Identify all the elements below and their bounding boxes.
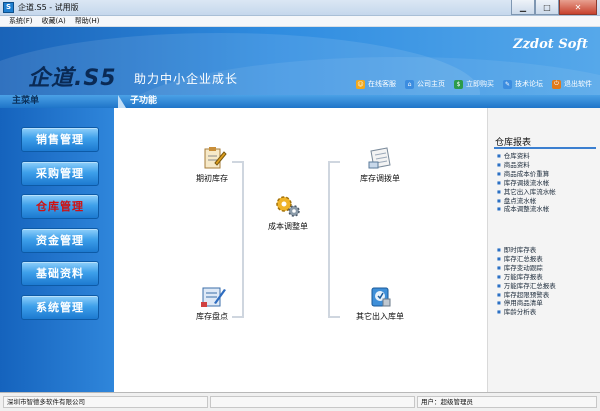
link-exit[interactable]: ⏻ 退出软件 [552, 79, 592, 89]
document-icon [365, 145, 395, 171]
menu-system[interactable]: 系统(F) [9, 16, 33, 26]
link-label: 技术论坛 [515, 80, 543, 88]
gears-icon [273, 193, 303, 219]
app-icon: S [3, 2, 14, 13]
node-label: 库存盘点 [196, 312, 228, 321]
status-user: 用户：超级管理员 [417, 396, 597, 408]
sidebar-item-warehouse[interactable]: 仓库管理 [21, 194, 99, 219]
report-link[interactable]: 即时库存表 [497, 246, 556, 255]
report-link[interactable]: 万能库存汇总报表 [497, 282, 556, 291]
forum-icon: ✎ [503, 79, 512, 89]
cart-icon: $ [454, 79, 463, 89]
report-list-2: 即时库存表 库存汇总报表 库存变动跟踪 万能库存报表 万能库存汇总报表 库存超限… [497, 246, 556, 317]
app-logo: 企道.S5 [28, 66, 117, 91]
main-menu-heading: 主菜单 [12, 96, 40, 106]
report-link[interactable]: 库存调拨流水帐 [497, 179, 556, 188]
report-panel: 仓库报表 仓库资料 商品资料 商品成本价重算 库存调拨流水帐 其它出入库流水帐 … [487, 108, 600, 392]
title-underline [494, 147, 596, 149]
node-cost-adjustment[interactable]: 成本调整单 [256, 193, 320, 232]
link-label: 公司主页 [417, 80, 445, 88]
status-company: 深圳市智德多软件有限公司 [3, 396, 208, 408]
sidebar-item-system[interactable]: 系统管理 [21, 295, 99, 320]
box-icon [365, 283, 395, 309]
sidebar-item-sales[interactable]: 销售管理 [21, 127, 99, 152]
node-other-in-out[interactable]: 其它出入库单 [340, 283, 420, 322]
home-icon: ⌂ [405, 79, 414, 89]
node-stock-transfer[interactable]: 库存调拨单 [348, 145, 412, 184]
link-label: 退出软件 [564, 80, 592, 88]
node-opening-stock[interactable]: 期初库存 [182, 145, 242, 184]
report-link[interactable]: 成本调整流水帐 [497, 205, 556, 214]
report-link[interactable]: 仓库资料 [497, 152, 556, 161]
menu-bar: 系统(F) 收藏(A) 帮助(H) [0, 16, 600, 27]
report-link[interactable]: 商品成本价重算 [497, 170, 556, 179]
link-forum[interactable]: ✎ 技术论坛 [503, 79, 543, 89]
sidebar-item-purchase[interactable]: 采购管理 [21, 161, 99, 186]
support-icon: ☺ [356, 79, 365, 89]
exit-icon: ⏻ [552, 79, 561, 89]
sidebar-item-basic-data[interactable]: 基础资料 [21, 261, 99, 286]
status-bar: 深圳市智德多软件有限公司 用户：超级管理员 [0, 392, 600, 411]
link-label: 在线客服 [368, 80, 396, 88]
node-label: 其它出入库单 [356, 312, 404, 321]
report-link[interactable]: 停用商品清单 [497, 299, 556, 308]
slogan: 助力中小企业成长 [134, 72, 239, 86]
minimize-button[interactable]: ▁ [511, 0, 535, 15]
window-title: 企道.S5 - 试用版 [18, 3, 79, 12]
window-controls: ▁ □ ✕ [511, 0, 597, 15]
flow-bracket-right [328, 161, 340, 318]
report-list-1: 仓库资料 商品资料 商品成本价重算 库存调拨流水帐 其它出入库流水帐 盘点流水帐… [497, 152, 556, 214]
report-link[interactable]: 库存汇总报表 [497, 255, 556, 264]
menu-favorites[interactable]: 收藏(A) [42, 16, 66, 26]
inventory-check-icon [197, 283, 227, 309]
section-header: 主菜单 子功能 [0, 95, 600, 108]
section-divider [118, 95, 126, 108]
header-links: ☺ 在线客服 ⌂ 公司主页 $ 立即购买 ✎ 技术论坛 ⏻ 退出软件 [347, 79, 592, 89]
report-link[interactable]: 其它出入库流水帐 [497, 188, 556, 197]
maximize-button[interactable]: □ [535, 0, 559, 15]
sidebar-item-finance[interactable]: 资金管理 [21, 228, 99, 253]
title-bar: S 企道.S5 - 试用版 ▁ □ ✕ [0, 0, 600, 16]
report-link[interactable]: 万能库存报表 [497, 273, 556, 282]
node-label: 成本调整单 [268, 222, 308, 231]
sidebar: 销售管理 采购管理 仓库管理 资金管理 基础资料 系统管理 [0, 108, 114, 392]
link-online-support[interactable]: ☺ 在线客服 [356, 79, 396, 89]
sub-function-heading: 子功能 [130, 96, 158, 106]
link-label: 立即购买 [466, 80, 494, 88]
node-label: 期初库存 [196, 174, 228, 183]
brand-name: Zzdot Soft [513, 37, 588, 52]
node-stocktaking[interactable]: 库存盘点 [182, 283, 242, 322]
link-buy-now[interactable]: $ 立即购买 [454, 79, 494, 89]
header-banner: Zzdot Soft 企道.S5 助力中小企业成长 ☺ 在线客服 ⌂ 公司主页 … [0, 27, 600, 95]
report-link[interactable]: 商品资料 [497, 161, 556, 170]
status-empty [210, 396, 415, 408]
function-panel: 期初库存 库存盘点 成本调整单 库存调拨单 其它出入库单 [114, 108, 487, 392]
clipboard-icon [197, 145, 227, 171]
report-link[interactable]: 库存变动跟踪 [497, 264, 556, 273]
menu-help[interactable]: 帮助(H) [75, 16, 100, 26]
link-homepage[interactable]: ⌂ 公司主页 [405, 79, 445, 89]
report-link[interactable]: 库龄分析表 [497, 308, 556, 317]
node-label: 库存调拨单 [360, 174, 400, 183]
close-button[interactable]: ✕ [559, 0, 597, 15]
